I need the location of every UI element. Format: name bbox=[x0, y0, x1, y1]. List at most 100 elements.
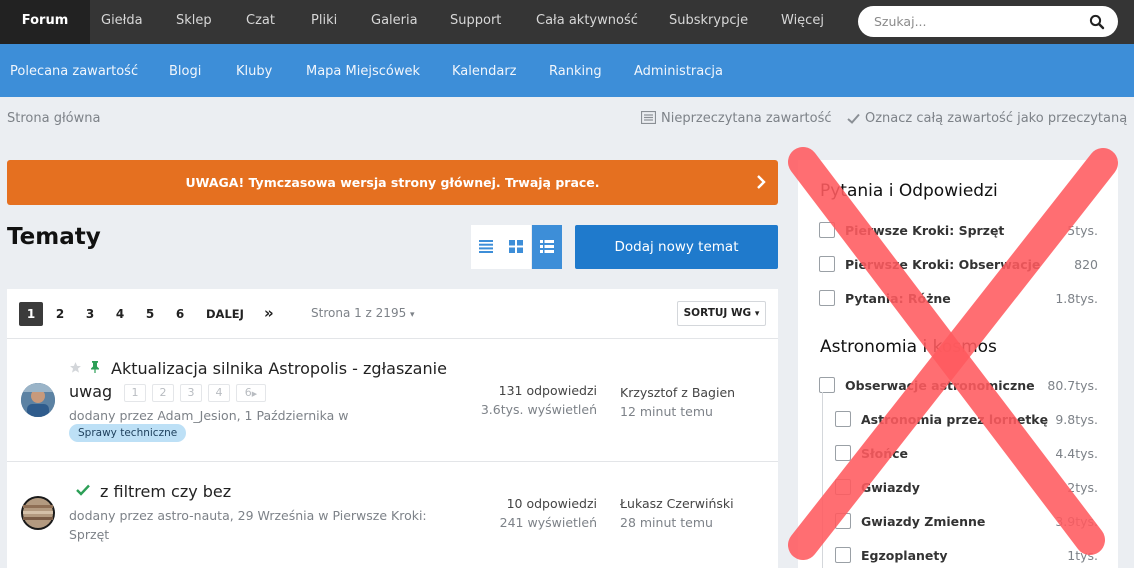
topic-stats: 131 odpowiedzi 3.6tys. wyświetleń bbox=[447, 381, 597, 419]
star-icon[interactable] bbox=[69, 361, 82, 374]
forum-checkbox[interactable] bbox=[835, 445, 851, 461]
subnav-item-admin[interactable]: Administracja bbox=[634, 44, 723, 97]
table-list-icon bbox=[540, 240, 554, 253]
nav-item-pliki[interactable]: Pliki bbox=[311, 0, 337, 44]
subnav-item-blogs[interactable]: Blogi bbox=[169, 44, 201, 97]
grid-icon bbox=[509, 240, 523, 253]
topic-meta-line: dodany przez astro-nauta, 29 Września w … bbox=[69, 508, 427, 523]
forum-name[interactable]: Astronomia przez lornetkę bbox=[861, 412, 1048, 427]
mark-all-read-label: Oznacz całą zawartość jako przeczytaną bbox=[865, 111, 1128, 126]
view-grid-button[interactable] bbox=[501, 225, 531, 269]
last-post-author[interactable]: Łukasz Czerwiński bbox=[620, 494, 734, 513]
reply-count: 131 odpowiedzi bbox=[498, 383, 597, 398]
page-jump-dropdown[interactable]: Strona 1 z 2195 ▾ bbox=[311, 306, 415, 320]
mini-page-link[interactable]: 2 bbox=[152, 384, 174, 402]
forum-post-count: 820 bbox=[1074, 257, 1098, 272]
last-post-time[interactable]: 28 minut temu bbox=[620, 513, 734, 532]
avatar[interactable] bbox=[21, 383, 55, 417]
page-4-button[interactable]: 4 bbox=[108, 302, 132, 326]
view-table-button[interactable] bbox=[532, 225, 562, 269]
topic-meta-line: Sprzęt bbox=[69, 527, 110, 542]
last-page-button[interactable]: » bbox=[264, 302, 274, 324]
mini-page-link[interactable]: 4 bbox=[208, 384, 230, 402]
nav-item-sklep[interactable]: Sklep bbox=[176, 0, 212, 44]
nav-item-czat[interactable]: Czat bbox=[246, 0, 275, 44]
nav-item-more[interactable]: Więcej bbox=[781, 0, 824, 44]
announcement-banner[interactable]: UWAGA! Tymczasowa wersja strony głównej.… bbox=[7, 160, 778, 205]
forum-post-count: 4.4tys. bbox=[1055, 446, 1098, 461]
subnav-item-map[interactable]: Mapa Miejscówek bbox=[306, 44, 420, 97]
page-title: Tematy bbox=[7, 224, 101, 250]
page-6-button[interactable]: 6 bbox=[168, 302, 192, 326]
top-navigation: Forum Giełda Sklep Czat Pliki Galeria Su… bbox=[0, 0, 1134, 44]
unread-content-link[interactable]: Nieprzeczytana zawartość bbox=[640, 110, 832, 126]
mini-page-last-link[interactable]: 6▶ bbox=[236, 384, 266, 402]
avatar[interactable] bbox=[21, 496, 55, 530]
page-2-button[interactable]: 2 bbox=[48, 302, 72, 326]
search-input[interactable] bbox=[858, 6, 1083, 37]
last-post: Łukasz Czerwiński 28 minut temu bbox=[620, 494, 734, 532]
reply-count: 10 odpowiedzi bbox=[506, 496, 597, 511]
forum-checkbox[interactable] bbox=[819, 222, 835, 238]
forum-name[interactable]: Egzoplanety bbox=[861, 548, 948, 563]
topic-stats: 10 odpowiedzi 241 wyświetleń bbox=[447, 494, 597, 532]
subnav-item-clubs[interactable]: Kluby bbox=[236, 44, 272, 97]
mini-page-link[interactable]: 1 bbox=[124, 384, 146, 402]
nav-item-support[interactable]: Support bbox=[450, 0, 501, 44]
forum-checkbox[interactable] bbox=[835, 411, 851, 427]
page-1-button[interactable]: 1 bbox=[19, 302, 43, 326]
check-icon bbox=[847, 113, 860, 124]
forum-post-count: 2tys. bbox=[1067, 480, 1098, 495]
secondary-navigation: Polecana zawartość Blogi Kluby Mapa Miej… bbox=[0, 44, 1134, 97]
view-list-button[interactable] bbox=[471, 225, 501, 269]
forum-checkbox[interactable] bbox=[835, 513, 851, 529]
topic-tag[interactable]: Sprawy techniczne bbox=[69, 424, 187, 442]
topic-title[interactable]: z filtrem czy bez bbox=[100, 482, 231, 501]
add-topic-button[interactable]: Dodaj nowy temat bbox=[575, 225, 778, 269]
nav-item-galeria[interactable]: Galeria bbox=[371, 0, 418, 44]
unread-content-label: Nieprzeczytana zawartość bbox=[661, 111, 832, 126]
forum-checkbox[interactable] bbox=[835, 547, 851, 563]
page-3-button[interactable]: 3 bbox=[78, 302, 102, 326]
forum-checkbox[interactable] bbox=[819, 256, 835, 272]
nav-item-gielda[interactable]: Giełda bbox=[101, 0, 143, 44]
subforum-tree-line bbox=[822, 392, 823, 568]
forum-name[interactable]: Słońce bbox=[861, 446, 908, 461]
topic-meta: dodany przez Adam_Jesion, 1 Października… bbox=[69, 408, 349, 423]
forum-post-count: 1tys. bbox=[1067, 548, 1098, 563]
search-box bbox=[858, 6, 1118, 37]
last-post-author[interactable]: Krzysztof z Bagien bbox=[620, 383, 735, 402]
topic-title[interactable]: Aktualizacja silnika Astropolis - zgłasz… bbox=[111, 359, 447, 378]
last-post-time[interactable]: 12 minut temu bbox=[620, 402, 735, 421]
pin-icon bbox=[91, 361, 99, 373]
forum-name[interactable]: Pierwsze Kroki: Obserwacje bbox=[845, 257, 1040, 272]
forum-checkbox[interactable] bbox=[819, 290, 835, 306]
breadcrumb[interactable]: Strona główna bbox=[7, 111, 100, 126]
sort-button[interactable]: SORTUJ WG ▾ bbox=[677, 301, 766, 326]
page-info-label: Strona 1 z 2195 bbox=[311, 306, 407, 320]
forum-post-count: 3.9tys. bbox=[1055, 514, 1098, 529]
nav-item-forum[interactable]: Forum bbox=[0, 0, 90, 44]
subnav-item-calendar[interactable]: Kalendarz bbox=[452, 44, 517, 97]
forum-post-count: 1.8tys. bbox=[1055, 291, 1098, 306]
forum-name[interactable]: Gwiazdy Zmienne bbox=[861, 514, 985, 529]
forum-checkbox[interactable] bbox=[819, 377, 835, 393]
nav-item-activity[interactable]: Cała aktywność bbox=[536, 0, 638, 44]
forum-name[interactable]: Gwiazdy bbox=[861, 480, 920, 495]
page-5-button[interactable]: 5 bbox=[138, 302, 162, 326]
next-page-button[interactable]: DALEJ bbox=[206, 302, 244, 326]
forum-checkbox[interactable] bbox=[835, 479, 851, 495]
forum-name[interactable]: Pierwsze Kroki: Sprzęt bbox=[845, 223, 1004, 238]
list-icon bbox=[479, 240, 493, 253]
mini-page-link[interactable]: 3 bbox=[180, 384, 202, 402]
forum-name[interactable]: Pytania: Różne bbox=[845, 291, 951, 306]
subnav-item-ranking[interactable]: Ranking bbox=[549, 44, 602, 97]
subnav-item-featured[interactable]: Polecana zawartość bbox=[10, 44, 138, 97]
nav-item-subscriptions[interactable]: Subskrypcje bbox=[669, 0, 748, 44]
mark-all-read-link[interactable]: Oznacz całą zawartość jako przeczytaną bbox=[847, 111, 1127, 126]
topic-title-continued[interactable]: uwag bbox=[69, 382, 112, 401]
caret-down-icon: ▾ bbox=[754, 309, 760, 319]
last-post: Krzysztof z Bagien 12 minut temu bbox=[620, 383, 735, 421]
search-icon[interactable] bbox=[1089, 14, 1105, 30]
forum-name[interactable]: Obserwacje astronomiczne bbox=[845, 378, 1035, 393]
